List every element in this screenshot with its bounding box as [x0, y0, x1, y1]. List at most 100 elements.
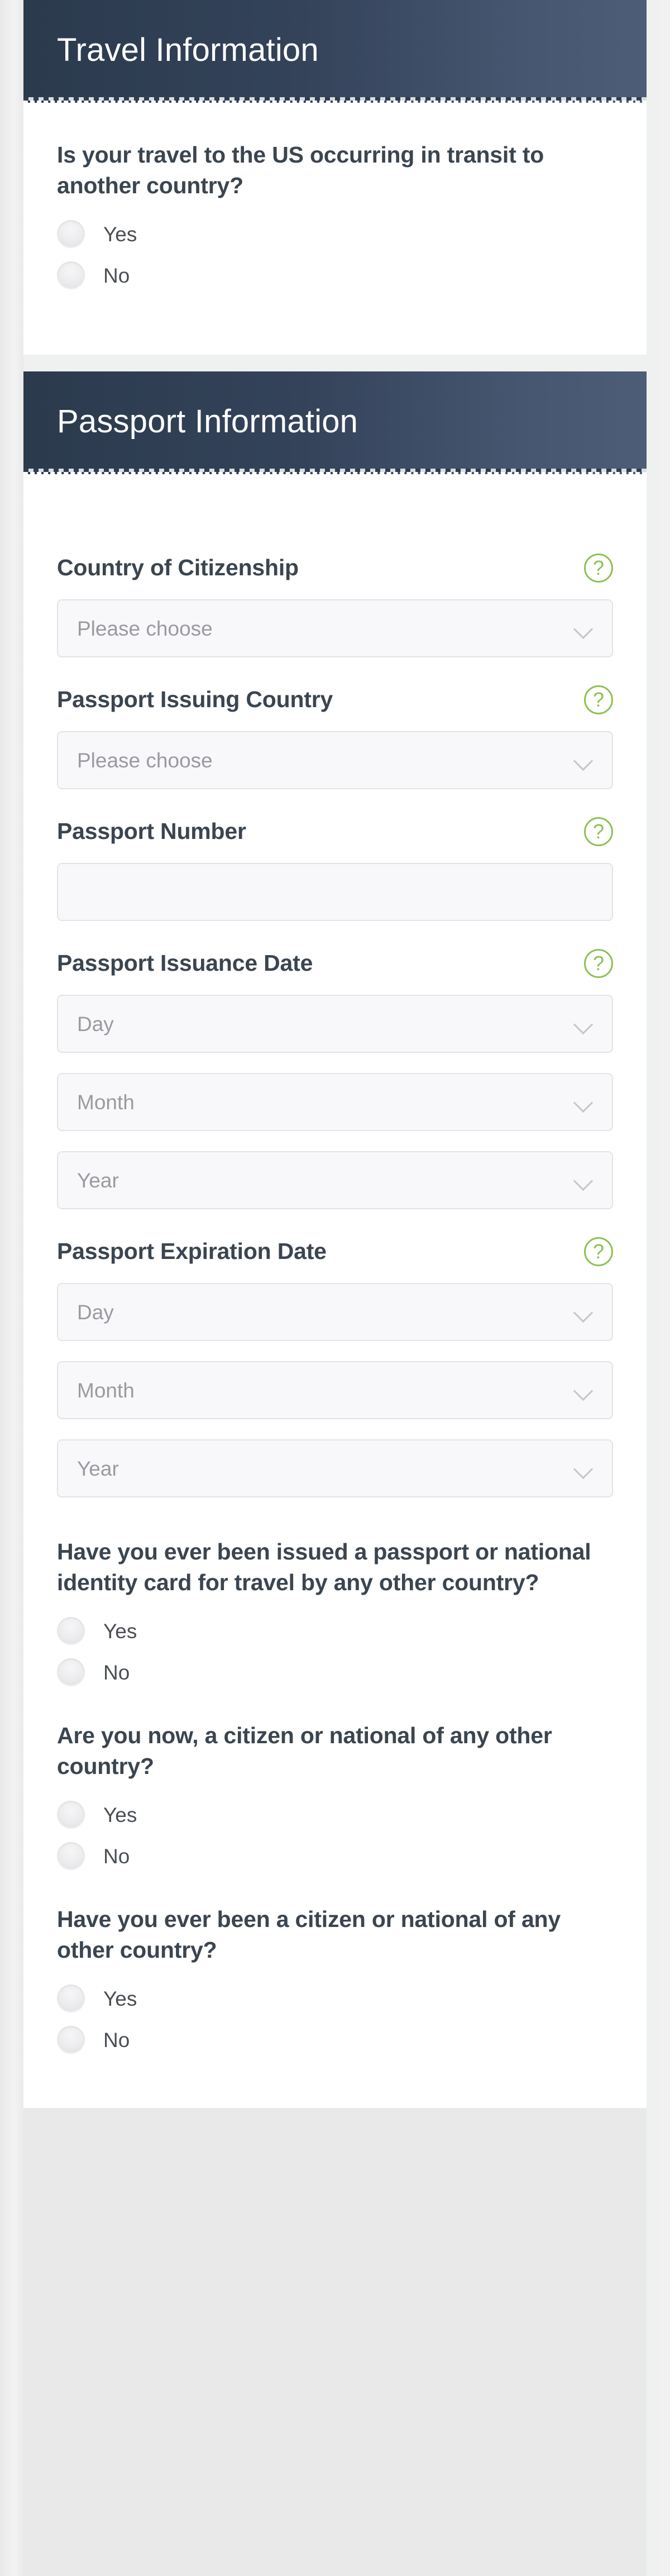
- question-mark-icon[interactable]: ?: [584, 817, 613, 847]
- radio-option-label: Yes: [103, 222, 137, 246]
- radio-option-no[interactable]: No: [57, 257, 613, 293]
- question-spacer: [23, 1879, 647, 1905]
- select-value: Day: [77, 1012, 114, 1036]
- vertical-scrollbar-track[interactable]: [660, 0, 670, 2576]
- chevron-down-icon[interactable]: [574, 1171, 593, 1190]
- select-value: Year: [77, 1168, 119, 1192]
- field-label: Country of Citizenship: [57, 555, 299, 581]
- chevron-down-icon[interactable]: [574, 1303, 593, 1322]
- radio-option-label: No: [103, 264, 130, 287]
- panel-top-padding: [23, 103, 647, 140]
- field-spacer: [23, 678, 647, 685]
- question-label: Have you ever been issued a passport or …: [57, 1539, 591, 1595]
- select-value: Year: [77, 1457, 119, 1480]
- header-dashed-rule: [23, 97, 647, 101]
- radio-button-icon[interactable]: [57, 261, 85, 290]
- chevron-down-icon[interactable]: [574, 1381, 593, 1400]
- chevron-down-icon[interactable]: [574, 619, 593, 638]
- radio-option-label: Yes: [103, 1987, 137, 2010]
- chevron-down-icon[interactable]: [574, 1093, 593, 1112]
- question-mark-icon[interactable]: ?: [584, 1237, 613, 1267]
- field-label: Passport Number: [57, 818, 246, 845]
- field-header: Country of Citizenship ?: [57, 552, 613, 584]
- question-label: Is your travel to the US occurring in tr…: [57, 142, 544, 198]
- field-country-of-citizenship: Country of Citizenship ? Please choose: [23, 552, 647, 658]
- header-dashed-rule: [23, 469, 647, 473]
- panel-travel-information: Is your travel to the US occurring in tr…: [23, 103, 647, 355]
- radio-option-yes[interactable]: Yes: [57, 1613, 613, 1649]
- country-of-citizenship-select[interactable]: Please choose: [57, 599, 613, 658]
- question-label: Have you ever been a citizen or national…: [57, 1906, 561, 1963]
- section-header-travel-information: Travel Information: [23, 0, 647, 103]
- radio-option-label: No: [103, 1844, 130, 1868]
- issuance-date-month-select[interactable]: Month: [57, 1073, 613, 1132]
- field-spacer: [23, 809, 647, 817]
- passport-number-input[interactable]: [57, 863, 613, 922]
- passport-issuing-country-select[interactable]: Please choose: [57, 731, 613, 790]
- chevron-down-icon[interactable]: [574, 1459, 593, 1478]
- radio-button-icon[interactable]: [57, 1842, 85, 1871]
- field-label: Passport Issuance Date: [57, 950, 313, 976]
- radio-button-icon[interactable]: [57, 2026, 85, 2054]
- radio-option-label: No: [103, 1661, 130, 1684]
- field-header: Passport Expiration Date ?: [57, 1236, 613, 1267]
- field-spacer: [23, 1518, 647, 1537]
- question-ever-citizen-other-country: Have you ever been a citizen or national…: [23, 1904, 647, 2058]
- question-spacer: [23, 1696, 647, 1721]
- question-mark-icon[interactable]: ?: [584, 554, 613, 583]
- radio-option-yes[interactable]: Yes: [57, 216, 613, 252]
- radio-button-icon[interactable]: [57, 1658, 85, 1687]
- section-separator: [23, 355, 647, 372]
- radio-option-label: Yes: [103, 1619, 137, 1643]
- section-title-travel-information: Travel Information: [57, 32, 319, 68]
- radio-option-yes[interactable]: Yes: [57, 1797, 613, 1833]
- field-header: Passport Issuing Country ?: [57, 684, 613, 715]
- expiration-date-year-select[interactable]: Year: [57, 1439, 613, 1498]
- question-mark-icon[interactable]: ?: [584, 685, 613, 715]
- field-passport-expiration-date: Passport Expiration Date ? Day Month Yea…: [23, 1236, 647, 1498]
- question-mark-icon[interactable]: ?: [584, 949, 613, 979]
- radio-option-label: No: [103, 2028, 130, 2052]
- question-transit-to-another-country: Is your travel to the US occurring in tr…: [23, 140, 647, 294]
- select-value: Month: [77, 1378, 135, 1402]
- radio-option-no[interactable]: No: [57, 2022, 613, 2058]
- section-header-passport-information: Passport Information: [23, 371, 647, 475]
- field-passport-issuance-date: Passport Issuance Date ? Day Month Year: [23, 948, 647, 1210]
- field-header: Passport Number ?: [57, 816, 613, 847]
- question-current-citizen-other-country: Are you now, a citizen or national of an…: [23, 1720, 647, 1874]
- radio-option-label: Yes: [103, 1803, 137, 1826]
- chevron-down-icon[interactable]: [574, 1014, 593, 1033]
- panel-bottom-padding: [23, 299, 647, 355]
- left-gutter: [0, 0, 23, 2576]
- question-label: Are you now, a citizen or national of an…: [57, 1723, 552, 1779]
- radio-button-icon[interactable]: [57, 220, 85, 249]
- select-value: Month: [77, 1090, 135, 1114]
- panel-passport-information: Country of Citizenship ? Please choose P…: [23, 474, 647, 2108]
- form-column: Travel Information Is your travel to the…: [23, 0, 647, 2108]
- issuance-date-year-select[interactable]: Year: [57, 1151, 613, 1210]
- field-header: Passport Issuance Date ?: [57, 948, 613, 979]
- radio-option-no[interactable]: No: [57, 1838, 613, 1874]
- select-value: Day: [77, 1300, 114, 1324]
- select-value: Please choose: [77, 617, 213, 640]
- field-label: Passport Expiration Date: [57, 1238, 327, 1265]
- issuance-date-day-select[interactable]: Day: [57, 995, 613, 1053]
- panel-bottom-padding: [23, 2063, 647, 2108]
- radio-button-icon[interactable]: [57, 1617, 85, 1645]
- expiration-date-day-select[interactable]: Day: [57, 1283, 613, 1342]
- field-spacer: [23, 941, 647, 948]
- radio-button-icon[interactable]: [57, 1985, 85, 2013]
- section-title-passport-information: Passport Information: [57, 403, 358, 440]
- expiration-date-month-select[interactable]: Month: [57, 1361, 613, 1420]
- field-passport-issuing-country: Passport Issuing Country ? Please choose: [23, 684, 647, 790]
- select-value: Please choose: [77, 748, 213, 772]
- field-passport-number: Passport Number ?: [23, 816, 647, 922]
- radio-button-icon[interactable]: [57, 1801, 85, 1829]
- field-label: Passport Issuing Country: [57, 686, 333, 713]
- radio-option-no[interactable]: No: [57, 1654, 613, 1690]
- chevron-down-icon[interactable]: [574, 751, 593, 770]
- field-spacer: [23, 1229, 647, 1237]
- question-issued-passport-other-country: Have you ever been issued a passport or …: [23, 1537, 647, 1691]
- radio-option-yes[interactable]: Yes: [57, 1981, 613, 2016]
- panel-top-padding: [23, 474, 647, 553]
